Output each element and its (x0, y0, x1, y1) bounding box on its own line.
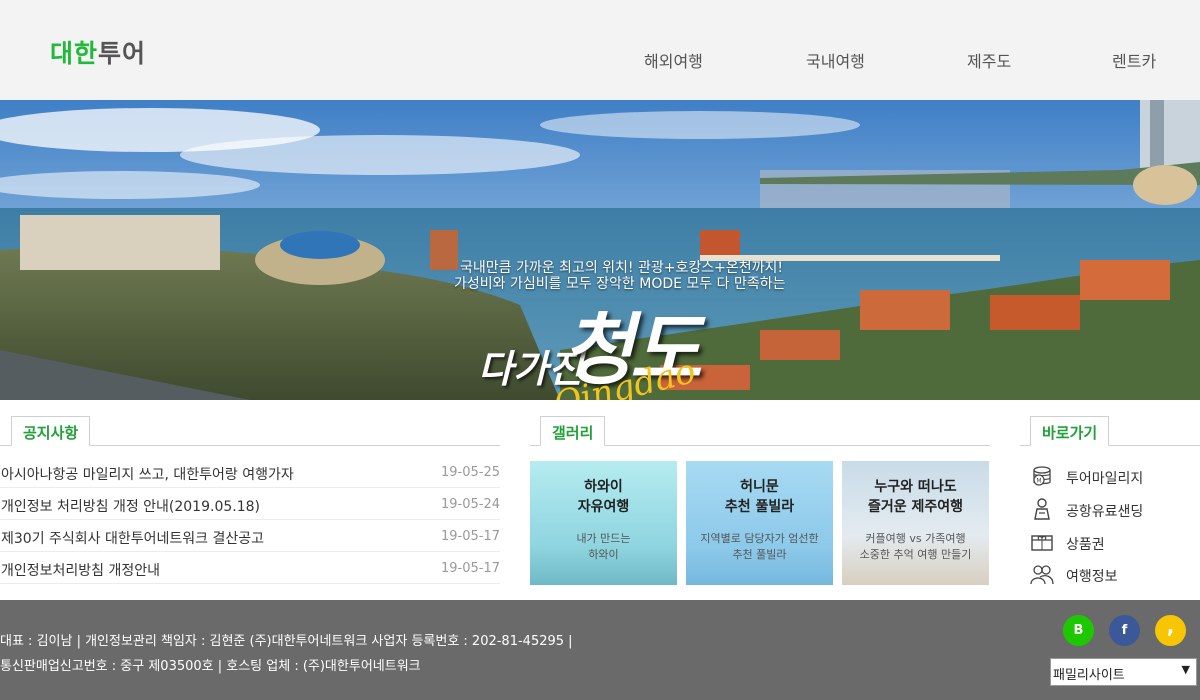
notice-title[interactable]: 개인정보처리방침 개정안내 (1, 560, 160, 580)
notice-row[interactable]: 개인정보처리방침 개정안내 19-05-17 (0, 552, 500, 584)
notice-row[interactable]: 아시아나항공 마일리지 쓰고, 대한투어랑 여행가자 19-05-25 (0, 456, 500, 488)
gallery-title-line2: 추천 풀빌라 (724, 499, 795, 515)
person-icon (1034, 498, 1050, 520)
site-header: 대한투어 해외여행 국내여행 제주도 렌트카 (0, 0, 1200, 100)
gallery-desc-line1: 커플여행 vs 가족여행 (865, 532, 966, 545)
notice-row[interactable]: 제30기 주식회사 대한투어네트워크 결산공고 19-05-17 (0, 520, 500, 552)
gallery-title-line1: 누구와 떠나도 (874, 479, 957, 495)
site-logo[interactable]: 대한투어 (50, 34, 146, 70)
gallery-desc-line2: 소중한 추억 여행 만들기 (859, 548, 972, 561)
coin-stack-icon: M (1033, 466, 1051, 486)
tab-quick-links[interactable]: 바로가기 (1030, 416, 1110, 446)
notice-date: 19-05-17 (440, 529, 500, 544)
nav-jeju[interactable]: 제주도 (967, 48, 1011, 72)
nav-overseas-travel[interactable]: 해외여행 (644, 48, 703, 72)
people-icon (1030, 565, 1054, 585)
gift-card-icon (1031, 535, 1053, 551)
footer-company-info-1: 대표 : 김이남 | 개인정보관리 책임자 : 김현준 (주)대한투어네트워크 … (0, 634, 573, 649)
quick-link-gift-card[interactable]: 상품권 (1030, 530, 1200, 556)
notice-title[interactable]: 아시아나항공 마일리지 쓰고, 대한투어랑 여행가자 (1, 464, 294, 484)
notice-date: 19-05-25 (440, 465, 500, 480)
logo-part2: 투어 (98, 39, 147, 68)
gallery-desc-line2: 하와이 (588, 548, 619, 561)
notice-row[interactable]: 개인정보 처리방침 개정 안내(2019.05.18) 19-05-24 (0, 488, 500, 520)
notice-date: 19-05-24 (440, 497, 500, 512)
family-site-select[interactable]: 패밀리사이트 ▼ (1050, 658, 1197, 686)
notice-date: 19-05-17 (440, 561, 500, 576)
nav-rentcar[interactable]: 렌트카 (1112, 48, 1156, 72)
quick-link-label: 여행정보 (1066, 569, 1118, 585)
family-site-selected: 패밀리사이트 (1053, 668, 1125, 683)
notice-title[interactable]: 개인정보 처리방침 개정 안내(2019.05.18) (1, 496, 260, 516)
notice-title[interactable]: 제30기 주식회사 대한투어네트워크 결산공고 (1, 528, 264, 548)
quick-link-tour-mileage[interactable]: M 투어마일리지 (1030, 464, 1200, 490)
site-footer: 대표 : 김이남 | 개인정보관리 책임자 : 김현준 (주)대한투어네트워크 … (0, 600, 1200, 700)
gallery-item-hawaii[interactable]: 하와이 자유여행 내가 만드는 하와이 (530, 461, 677, 585)
quick-link-label: 투어마일리지 (1066, 471, 1144, 487)
gallery-desc-line1: 지역별로 담당자가 엄선한 (700, 532, 819, 545)
kakao-icon[interactable]: , (1155, 615, 1186, 646)
tab-gallery[interactable]: 갤러리 (540, 416, 606, 446)
chevron-down-icon: ▼ (1181, 663, 1190, 676)
nav-domestic-travel[interactable]: 국내여행 (806, 48, 865, 72)
logo-part1: 대한 (50, 39, 99, 68)
quick-link-airport-sending[interactable]: 공항유료샌딩 (1030, 497, 1200, 523)
footer-company-info-2: 통신판매업신고번호 : 중구 제03500호 | 호스팅 업체 : (주)대한투… (0, 659, 421, 674)
quick-link-label: 상품권 (1066, 537, 1105, 553)
hero-banner[interactable]: 국내만큼 가까운 최고의 위치! 관광+호캉스+온천까지! 가성비와 가심비를 … (0, 100, 1200, 400)
blog-icon[interactable]: B (1063, 615, 1094, 646)
quick-link-label: 공항유료샌딩 (1066, 504, 1144, 520)
quick-link-travel-info[interactable]: 여행정보 (1030, 562, 1200, 588)
gallery-title-line2: 자유여행 (577, 499, 630, 515)
gallery-desc-line2: 추천 풀빌라 (732, 548, 787, 561)
gallery-title-line1: 하와이 (584, 479, 623, 495)
svg-text:M: M (1036, 478, 1041, 485)
facebook-icon[interactable]: f (1109, 615, 1140, 646)
gallery-desc-line1: 내가 만드는 (576, 532, 631, 545)
gallery-title-line1: 허니문 (740, 479, 779, 495)
gallery-title-line2: 즐거운 제주여행 (867, 499, 964, 515)
gallery-item-jeju[interactable]: 누구와 떠나도즐거운 제주여행 커플여행 vs 가족여행소중한 추억 여행 만들… (842, 461, 989, 585)
tab-notice[interactable]: 공지사항 (11, 416, 91, 446)
gallery-item-honeymoon[interactable]: 허니문 추천 풀빌라 지역별로 담당자가 엄선한 추천 풀빌라 (686, 461, 833, 585)
